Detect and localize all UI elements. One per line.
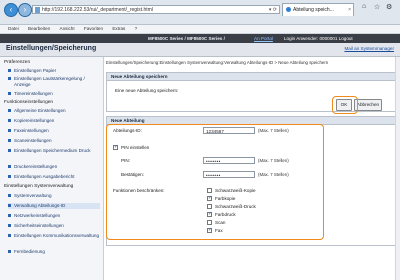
confirm-label: Bestätigen: (121, 172, 144, 177)
pin-hint: (Max. 7 Stellen) (258, 158, 289, 163)
restrict-color-print-checkbox[interactable] (207, 211, 212, 217)
sidebar-item-drucker[interactable]: Druckereinstellungen (8, 164, 100, 170)
ie-icon (286, 7, 291, 12)
device-header: MF8500C Series / MF8500C Series / An Por… (0, 34, 400, 43)
sidebar-item-allgemein[interactable]: Allgemeine Einstellungen (8, 108, 100, 114)
restrict-color-copy-label: Farbkopie (215, 196, 236, 201)
department-form: Neue Abteilung (106, 116, 396, 246)
gear-icon[interactable]: ⚙ (386, 3, 392, 11)
menu-favoriten[interactable]: Favoriten (84, 26, 103, 31)
dept-id-input[interactable]: 1234567 (203, 127, 255, 134)
restrict-bw-copy-label: Schwarzweiß-Kopie (215, 188, 256, 193)
confirm-hint: (Max. 7 Stellen) (258, 172, 289, 177)
browser-toolbar: ‹ › http://192.168.222.53/rui/_departmen… (0, 0, 400, 25)
dropdown-icon[interactable]: ▾ ⟳ (269, 6, 277, 15)
restrict-color-print-label: Farbdruck (215, 212, 236, 217)
breadcrumb: Einstellungen/Speicherung:Einstellungen … (106, 60, 329, 65)
browser-tab[interactable]: Abteilung speich... × (282, 3, 354, 16)
sidebar-item-abteilungs-id[interactable]: Verwaltung Abteilungs-ID (8, 203, 100, 209)
sidebar-item-fernbedienung[interactable]: Fernbedienung (8, 249, 100, 255)
page-header: Einstellungen/Speicherung Mail an System… (0, 43, 400, 57)
restrict-fax-label: Fax (215, 228, 223, 233)
sidebar-item-fax[interactable]: Faxeinstellungen (8, 128, 100, 134)
sidebar-item-speichermedium[interactable]: Einstellungen Speichermedium Druck (8, 148, 100, 154)
form-title: Neue Abteilung (107, 117, 395, 125)
favorites-icon[interactable]: ☆ (374, 3, 380, 11)
sidebar-item-netzwerk[interactable]: Netzwerkeinstellungen (8, 213, 100, 219)
save-panel-title: Neue Abteilung speichern (107, 73, 395, 81)
back-icon[interactable]: ‹ (4, 3, 18, 17)
model-name: MF8500C Series / MF8500C Series / (148, 36, 225, 41)
menu-ansicht[interactable]: Ansicht (60, 26, 75, 31)
url-text: http://192.168.222.53/rui/_department/_r… (42, 7, 153, 13)
portal-link[interactable]: An Portal (254, 34, 273, 43)
sidebar-item-timer[interactable]: Timereinstellungen (8, 91, 100, 97)
restrict-label: Funktionen beschränken: (113, 188, 165, 193)
sidebar-item-kommunikation[interactable]: Einstellungen Kommunikationsverwaltung (8, 233, 100, 239)
sidebar-section-system: Einstellungen Systemverwaltung (4, 184, 74, 189)
pin-set-label: PIN einstellen (121, 145, 150, 150)
menu-bar: Datei Bearbeiten Ansicht Favoriten Extra… (0, 25, 400, 34)
menu-help[interactable]: ? (135, 26, 138, 31)
save-prompt: Eine neue Abteilung speichern: (115, 88, 179, 93)
menu-datei[interactable]: Datei (8, 26, 19, 31)
menu-bearbeiten[interactable]: Bearbeiten (28, 26, 50, 31)
home-icon[interactable]: ⌂ (362, 3, 366, 10)
sidebar: Präferenzen Einstellungen Papier Einstel… (0, 57, 104, 280)
sidebar-item-lautstaerke[interactable]: Einstellungen Lautstärkeregelung / Anzei… (8, 76, 100, 88)
page-icon (35, 7, 40, 13)
pin-label: PIN: (121, 158, 130, 163)
sidebar-item-kopie[interactable]: Kopiereinstellungen (8, 118, 100, 124)
page-title: Einstellungen/Speicherung (6, 45, 97, 52)
scrollbar[interactable] (395, 57, 400, 280)
ok-button[interactable]: OK (336, 99, 352, 111)
dept-id-label: Abteilungs-ID: (113, 128, 142, 133)
sidebar-item-ausgabebericht[interactable]: Einstellungen Ausgabebericht (8, 174, 100, 180)
sidebar-item-scan[interactable]: Scaneinstellungen (8, 138, 100, 144)
dept-id-hint: (Max. 7 Stellen) (258, 128, 289, 133)
login-user[interactable]: Login Anwender: 0000001 Logout (284, 34, 353, 43)
pin-checkbox[interactable] (113, 144, 118, 150)
menu-extras[interactable]: Extras (112, 26, 125, 31)
restrict-scan-checkbox[interactable] (207, 220, 212, 225)
restrict-color-copy-checkbox[interactable] (207, 195, 212, 201)
save-panel: Neue Abteilung speichern Eine neue Abtei… (106, 72, 396, 112)
confirm-input[interactable]: ••••••• (203, 171, 255, 178)
restrict-bw-copy-checkbox[interactable] (207, 188, 212, 193)
mail-link[interactable]: Mail an Systemmanager (344, 46, 394, 51)
sidebar-item-sicherheit[interactable]: Sicherheitseinstellungen (8, 223, 100, 229)
pin-input[interactable]: ••••••• (203, 157, 255, 164)
address-bar[interactable]: http://192.168.222.53/rui/_department/_r… (32, 5, 280, 14)
cancel-button[interactable]: Abbrechen (354, 99, 382, 111)
restrict-bw-print-checkbox[interactable] (207, 204, 212, 209)
restrict-fax-checkbox[interactable] (207, 227, 212, 233)
sidebar-item-papier[interactable]: Einstellungen Papier (8, 68, 100, 74)
restrict-scan-label: Scan (215, 220, 226, 225)
tab-title: Abteilung speich... (293, 7, 334, 13)
restrict-bw-print-label: Schwarzweiß-Druck (215, 204, 256, 209)
close-tab-icon[interactable]: × (348, 4, 351, 16)
sidebar-item-systemverwaltung[interactable]: Systemverwaltung (8, 193, 100, 199)
forward-icon[interactable]: › (18, 3, 32, 17)
sidebar-section-praeferenzen: Präferenzen (4, 60, 31, 65)
sidebar-section-funktion: Funktionseinstellungen (4, 100, 54, 105)
